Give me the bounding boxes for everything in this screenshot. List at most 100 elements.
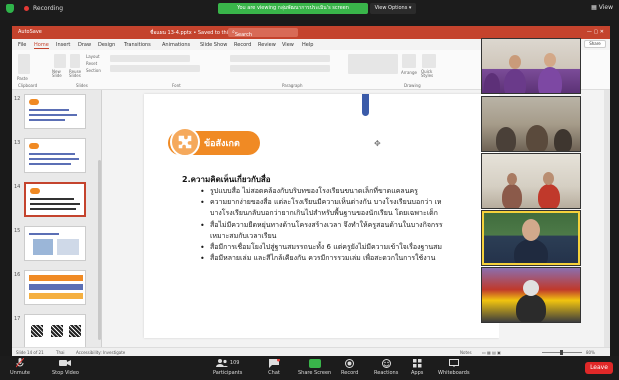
participant-video[interactable] (481, 267, 581, 323)
tab-animations[interactable]: Animations (162, 42, 190, 48)
thumb-badge (30, 188, 40, 194)
slide-thumbnail[interactable] (24, 226, 86, 261)
tab-transitions[interactable]: Transitions (124, 42, 151, 48)
tab-help[interactable]: Help (302, 42, 313, 48)
participant-figure (514, 239, 548, 265)
reset-button[interactable]: Reset (86, 61, 97, 66)
font-group-label: Font (172, 83, 181, 88)
font-format-buttons[interactable] (110, 65, 200, 72)
slide-count: Slide 14 of 21 (16, 350, 44, 355)
tab-file[interactable]: File (18, 42, 26, 48)
thumbnails-scrollbar[interactable] (98, 160, 101, 340)
leave-button[interactable]: Leave (585, 362, 613, 374)
slide-thumbnail[interactable] (24, 314, 86, 349)
quick-styles-button[interactable] (422, 54, 436, 68)
slide-thumbnail[interactable] (24, 270, 86, 305)
ppt-filename: ชื่อแผน 13-4.pptx • Saved to this PC (150, 30, 239, 36)
stop-video-label: Stop Video (52, 370, 79, 376)
accessibility-status[interactable]: Accessibility: Investigate (76, 350, 125, 355)
smiley-icon (380, 358, 392, 368)
paste-button[interactable] (18, 54, 30, 74)
chat-icon (268, 358, 280, 368)
slide-canvas[interactable]: ✥ ข้อสังเกต 2.ความคิดเห็นเกี่ยวกับสื่อ ร… (144, 94, 499, 338)
tab-view[interactable]: View (282, 42, 294, 48)
participants-button[interactable]: 109 Participants (213, 358, 242, 376)
participant-head (522, 219, 540, 241)
bullet-text: สื่อไม่มีความยืดหยุ่นทางด้านโครงสร้างเวล… (210, 220, 443, 229)
tab-review[interactable]: Review (258, 42, 276, 48)
thumb-number: 14 (14, 184, 21, 190)
layout-button[interactable]: Layout (86, 54, 100, 59)
record-button[interactable]: Record (341, 358, 358, 376)
tab-design[interactable]: Design (98, 42, 115, 48)
section-button[interactable]: Section (86, 68, 101, 73)
thumb-text-line (29, 153, 75, 155)
share-screen-button[interactable]: Share Screen (298, 358, 331, 376)
slide-thumbnail[interactable] (24, 138, 86, 173)
slides-group-label: Slides (76, 83, 88, 88)
slide-thumbnail[interactable] (24, 94, 86, 129)
video-camera-icon (59, 358, 72, 368)
tab-record[interactable]: Record (234, 42, 251, 48)
reactions-label: Reactions (374, 370, 399, 376)
slide-thumbnails-pane[interactable]: 12 13 14 15 16 17 (12, 90, 102, 349)
bullet-continuation: บางโรงเรียนกลับบอกว่ายากเกินไปสำหรับพื้น… (210, 209, 438, 218)
shapes-gallery[interactable] (348, 54, 398, 74)
puzzle-icon (170, 127, 200, 157)
thumb-text-line (29, 163, 71, 165)
window-controls-icon[interactable]: — ▢ ✕ (587, 29, 604, 35)
new-slide-button[interactable] (54, 54, 66, 68)
qr-code-icon (51, 325, 63, 337)
whiteboard-icon (448, 358, 460, 368)
paragraph-buttons[interactable] (230, 55, 330, 62)
participant-figure (516, 294, 546, 322)
participant-video[interactable] (481, 96, 581, 152)
video-gallery (481, 38, 581, 325)
apps-button[interactable]: Apps (411, 358, 423, 376)
participant-video[interactable] (481, 38, 581, 94)
zoom-toolbar: Unmute Stop Video 109 Participants Chat … (0, 356, 619, 380)
thumb-image (29, 293, 83, 299)
language-indicator[interactable]: Thai (56, 350, 65, 355)
chat-button[interactable]: Chat (268, 358, 280, 376)
thumb-text-line (30, 203, 80, 205)
record-label: Record (341, 370, 359, 376)
participant-head (543, 172, 554, 185)
bullet-text: สื่อมีการเชื่อมโยงไปสู่ฐานสมรรถนะทั้ง 6 … (210, 243, 442, 252)
ppt-status-bar: Slide 14 of 21 Thai Accessibility: Inves… (12, 347, 610, 356)
tab-slide-show[interactable]: Slide Show (200, 42, 227, 48)
tab-insert[interactable]: Insert (56, 42, 70, 48)
alignment-buttons[interactable] (230, 65, 330, 72)
ppt-share-button[interactable]: Share (584, 40, 606, 48)
ppt-search-input[interactable]: ⌕ Search (228, 28, 298, 38)
security-shield-icon[interactable] (6, 4, 14, 13)
font-name-select[interactable] (110, 55, 190, 62)
unmute-button[interactable]: Unmute (10, 358, 30, 376)
tab-draw[interactable]: Draw (78, 42, 91, 48)
view-mode-icons[interactable]: ▭ ▦ ▤ ▣ (482, 350, 501, 355)
reactions-button[interactable]: Reactions (374, 358, 398, 376)
whiteboards-button[interactable]: Whiteboards (438, 358, 470, 376)
thumb-badge (29, 99, 39, 105)
zoom-level[interactable]: 80% (586, 350, 595, 355)
new-slide-label: New Slide (52, 69, 62, 78)
qr-code-icon (31, 325, 43, 337)
notes-button[interactable]: Notes (460, 350, 472, 355)
view-options-button[interactable]: View Options ▾ (370, 3, 416, 14)
whiteboards-label: Whiteboards (438, 370, 470, 376)
bullet-text: สื่อมีหลายเล่ม และสีไกล้เคียงกัน ควรมีกา… (210, 254, 436, 263)
thumb-number: 13 (14, 140, 21, 146)
reuse-slides-button[interactable] (70, 54, 80, 68)
participant-video-active-speaker[interactable] (481, 210, 581, 266)
view-button[interactable]: ▦ View (591, 4, 613, 11)
autosave-label[interactable]: AutoSave (18, 29, 42, 35)
thumb-number: 17 (14, 316, 21, 322)
zoom-slider-handle[interactable] (560, 350, 563, 355)
slide-scrollbar[interactable] (604, 90, 610, 347)
arrange-button[interactable] (402, 54, 416, 68)
stop-video-button[interactable]: Stop Video (52, 358, 79, 376)
slide-thumbnail-selected[interactable] (24, 182, 86, 217)
slide-decor-tab (362, 94, 369, 116)
tab-home[interactable]: Home (34, 42, 49, 49)
participant-video[interactable] (481, 153, 581, 209)
